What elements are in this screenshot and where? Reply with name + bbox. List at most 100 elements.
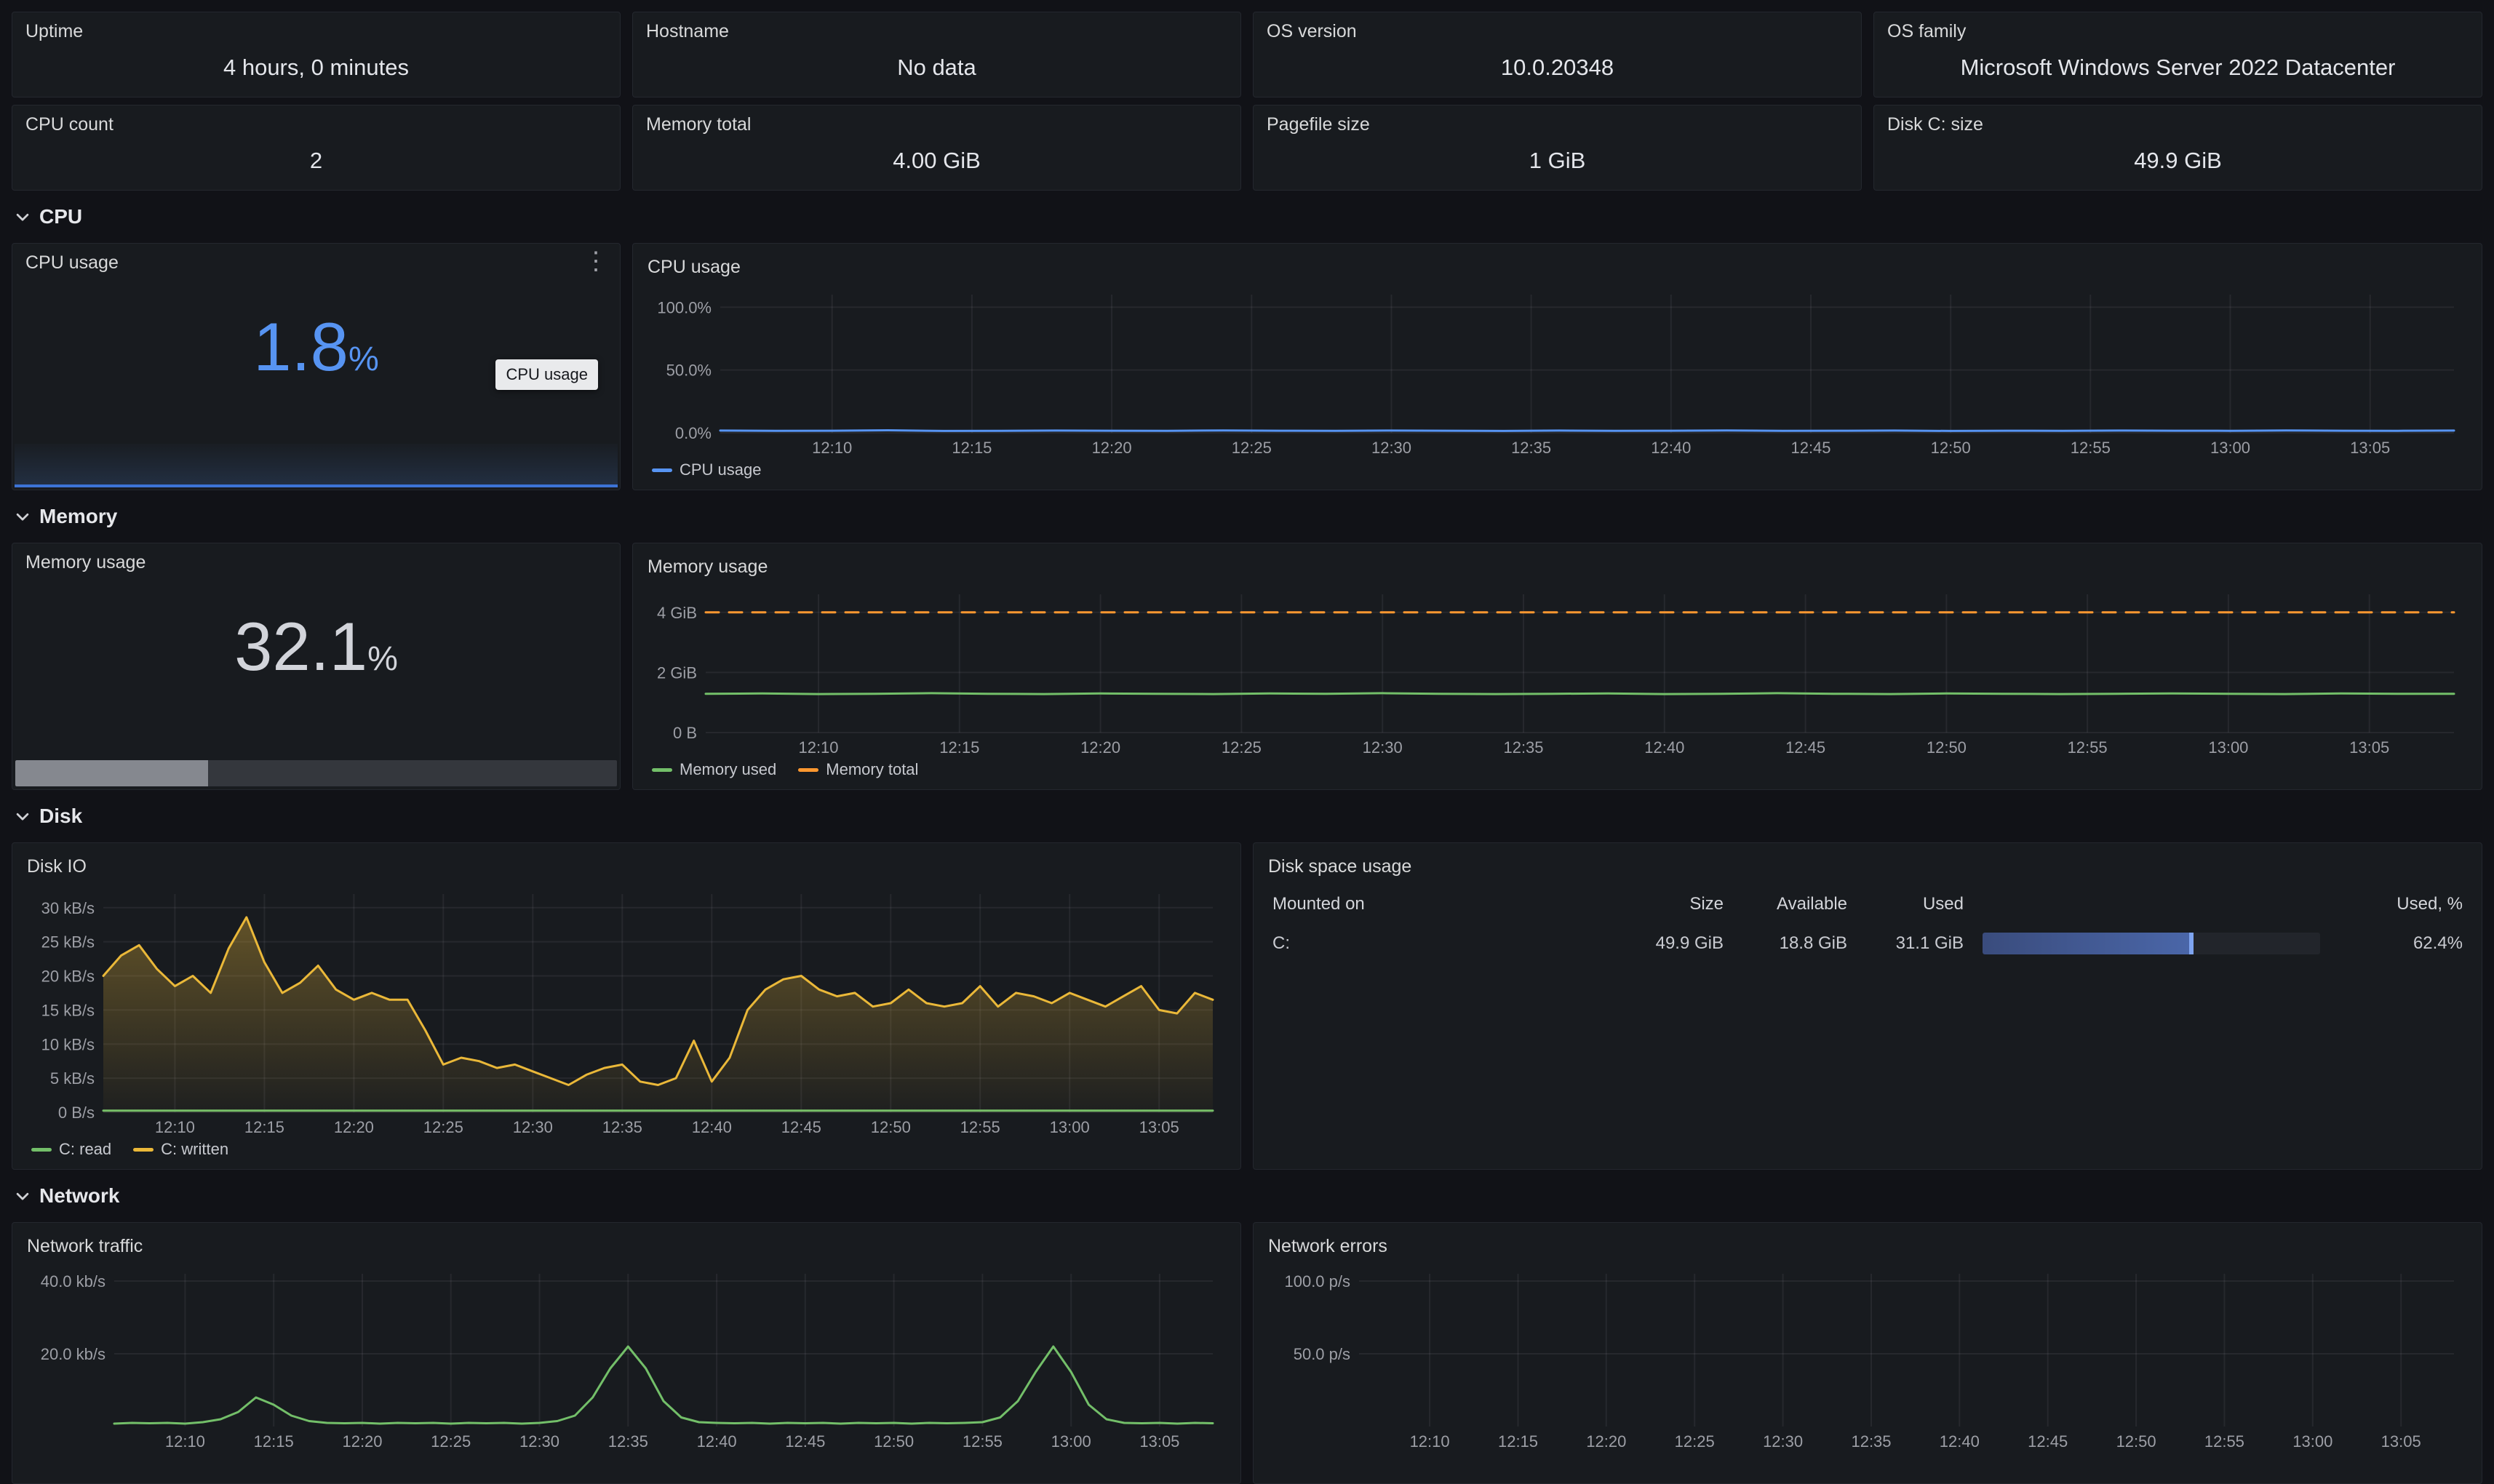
panel-header[interactable]: Memory usage xyxy=(12,543,620,573)
stat-row-1: Uptime 4 hours, 0 minutes Hostname No da… xyxy=(12,12,2482,97)
svg-text:50.0 p/s: 50.0 p/s xyxy=(1294,1345,1350,1363)
panel-header[interactable]: CPU usage xyxy=(648,254,2467,280)
disk-row: Disk IO 12:1012:1512:2012:2512:3012:3512… xyxy=(12,842,2482,1170)
col-header-used[interactable]: Used xyxy=(1847,894,1964,914)
network-errors-chart[interactable]: 12:1012:1512:2012:2512:3012:3512:4012:45… xyxy=(1268,1264,2467,1451)
chevron-down-icon xyxy=(15,508,31,524)
panel-header[interactable]: Memory total xyxy=(633,105,1240,135)
svg-text:12:50: 12:50 xyxy=(871,1118,911,1136)
panel-header[interactable]: Uptime xyxy=(12,12,620,42)
svg-text:12:30: 12:30 xyxy=(1763,1432,1803,1451)
disk-used-gauge xyxy=(1983,933,2320,954)
col-header-used-pct[interactable]: Used, % xyxy=(2339,894,2467,914)
panel-header[interactable]: Disk IO xyxy=(27,853,1226,879)
section-header-memory[interactable]: Memory xyxy=(12,498,2482,535)
svg-text:4 GiB: 4 GiB xyxy=(657,604,697,622)
chart-legend xyxy=(27,1451,1226,1476)
panel-pagefile-size: Pagefile size 1 GiB xyxy=(1253,105,1862,191)
stat-value: Microsoft Windows Server 2022 Datacenter xyxy=(1874,42,2482,97)
disk-io-chart[interactable]: 12:1012:1512:2012:2512:3012:3512:4012:45… xyxy=(27,884,1226,1137)
panel-disk-space-usage: Disk space usage Mounted on Size Availab… xyxy=(1253,842,2482,1170)
col-header-available[interactable]: Available xyxy=(1724,894,1847,914)
legend-item[interactable]: C: written xyxy=(133,1140,228,1159)
memory-usage-chart[interactable]: 12:1012:1512:2012:2512:3012:3512:4012:45… xyxy=(648,584,2467,757)
svg-text:12:35: 12:35 xyxy=(1503,738,1543,757)
svg-text:12:30: 12:30 xyxy=(1371,439,1411,457)
cell-gauge xyxy=(1964,933,2339,954)
svg-text:12:45: 12:45 xyxy=(781,1118,821,1136)
panel-header[interactable]: CPU usage xyxy=(12,244,620,274)
section-label: Memory xyxy=(39,505,117,528)
panel-hostname: Hostname No data xyxy=(632,12,1241,97)
svg-text:12:15: 12:15 xyxy=(254,1432,294,1451)
legend-label: C: written xyxy=(161,1140,228,1159)
legend-swatch xyxy=(652,468,672,472)
section-header-cpu[interactable]: CPU xyxy=(12,198,2482,236)
legend-item[interactable]: CPU usage xyxy=(652,460,762,479)
svg-text:12:55: 12:55 xyxy=(960,1118,1000,1136)
panel-header[interactable]: CPU count xyxy=(12,105,620,135)
chevron-down-icon xyxy=(15,1188,31,1204)
stat-value: 49.9 GiB xyxy=(1874,135,2482,190)
panel-header[interactable]: Pagefile size xyxy=(1254,105,1861,135)
cell-used-pct: 62.4% xyxy=(2339,933,2467,954)
panel-header[interactable]: Network errors xyxy=(1268,1233,2467,1259)
chart-legend: Memory used Memory total xyxy=(648,757,2467,782)
svg-text:12:40: 12:40 xyxy=(697,1432,737,1451)
svg-text:12:55: 12:55 xyxy=(2071,439,2111,457)
col-header-mounted-on[interactable]: Mounted on xyxy=(1268,894,1585,914)
svg-text:12:25: 12:25 xyxy=(1675,1432,1715,1451)
svg-text:13:05: 13:05 xyxy=(1139,1118,1179,1136)
svg-text:12:15: 12:15 xyxy=(244,1118,284,1136)
memory-row: Memory usage 32.1% Memory usage 12:1012:… xyxy=(12,543,2482,790)
svg-text:40.0 kb/s: 40.0 kb/s xyxy=(41,1272,105,1290)
legend-item[interactable]: Memory used xyxy=(652,760,776,779)
legend-label: CPU usage xyxy=(680,460,762,479)
panel-menu-icon[interactable]: ⋮ xyxy=(583,248,608,275)
svg-text:12:35: 12:35 xyxy=(1851,1432,1891,1451)
panel-header[interactable]: Memory usage xyxy=(648,554,2467,580)
svg-text:12:35: 12:35 xyxy=(602,1118,642,1136)
svg-text:12:35: 12:35 xyxy=(1511,439,1551,457)
col-header-size[interactable]: Size xyxy=(1585,894,1724,914)
panel-header[interactable]: Disk C: size xyxy=(1874,105,2482,135)
panel-uptime: Uptime 4 hours, 0 minutes xyxy=(12,12,621,97)
network-traffic-chart[interactable]: 12:1012:1512:2012:2512:3012:3512:4012:45… xyxy=(27,1264,1226,1451)
cell-size: 49.9 GiB xyxy=(1585,933,1724,954)
panel-header[interactable]: Disk space usage xyxy=(1268,853,2467,879)
svg-text:12:45: 12:45 xyxy=(2028,1432,2068,1451)
cpu-usage-tooltip-chip: CPU usage xyxy=(495,359,598,390)
svg-text:12:20: 12:20 xyxy=(1080,738,1120,757)
panel-header[interactable]: OS version xyxy=(1254,12,1861,42)
panel-header[interactable]: Hostname xyxy=(633,12,1240,42)
panel-cpu-usage-stat: CPU usage ⋮ 1.8% CPU usage xyxy=(12,243,621,490)
svg-text:12:40: 12:40 xyxy=(1940,1432,1980,1451)
svg-text:12:10: 12:10 xyxy=(1410,1432,1450,1451)
panel-memory-usage-stat: Memory usage 32.1% xyxy=(12,543,621,790)
section-header-disk[interactable]: Disk xyxy=(12,797,2482,835)
svg-text:12:50: 12:50 xyxy=(1927,738,1967,757)
svg-text:30 kB/s: 30 kB/s xyxy=(41,899,95,917)
svg-text:12:25: 12:25 xyxy=(1232,439,1272,457)
cpu-usage-chart[interactable]: 12:1012:1512:2012:2512:3012:3512:4012:45… xyxy=(648,284,2467,458)
svg-text:13:05: 13:05 xyxy=(2381,1432,2421,1451)
cell-available: 18.8 GiB xyxy=(1724,933,1847,954)
legend-swatch xyxy=(31,1148,52,1152)
svg-text:5 kB/s: 5 kB/s xyxy=(50,1069,95,1088)
section-header-network[interactable]: Network xyxy=(12,1177,2482,1215)
cell-mounted-on: C: xyxy=(1268,933,1585,954)
svg-text:13:00: 13:00 xyxy=(2292,1432,2332,1451)
legend-label: Memory used xyxy=(680,760,776,779)
legend-item[interactable]: C: read xyxy=(31,1140,111,1159)
panel-header[interactable]: Network traffic xyxy=(27,1233,1226,1259)
svg-text:13:00: 13:00 xyxy=(2210,439,2250,457)
stat-value: 4.00 GiB xyxy=(633,135,1240,190)
svg-text:12:15: 12:15 xyxy=(952,439,992,457)
panel-network-errors: Network errors 12:1012:1512:2012:2512:30… xyxy=(1253,1222,2482,1484)
svg-text:12:30: 12:30 xyxy=(513,1118,553,1136)
legend-item[interactable]: Memory total xyxy=(798,760,918,779)
svg-text:50.0%: 50.0% xyxy=(666,362,712,380)
svg-text:20 kB/s: 20 kB/s xyxy=(41,968,95,986)
panel-header[interactable]: OS family xyxy=(1874,12,2482,42)
panel-cpu-usage-chart: CPU usage 12:1012:1512:2012:2512:3012:35… xyxy=(632,243,2482,490)
